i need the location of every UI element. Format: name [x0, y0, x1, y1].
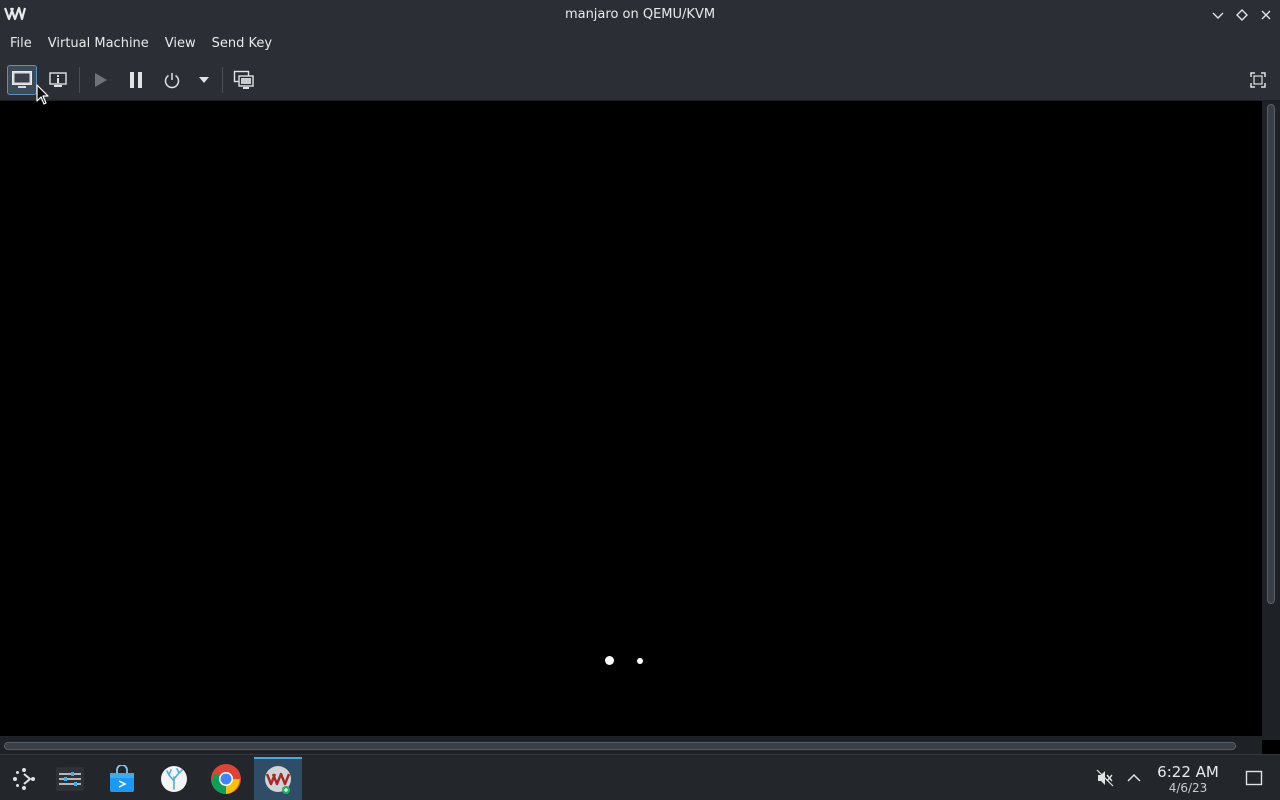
screenshot-icon — [233, 70, 254, 89]
power-icon — [164, 73, 180, 89]
taskbar-virt-manager[interactable] — [254, 757, 302, 800]
digital-clock[interactable]: 6:22 AM 4/6/23 — [1152, 763, 1224, 795]
horizontal-scrollbar[interactable] — [0, 736, 1262, 754]
info-icon — [49, 72, 67, 87]
pause-icon — [130, 72, 142, 88]
mouse-cursor-icon — [36, 84, 50, 106]
clock-date: 4/6/23 — [1168, 781, 1208, 795]
taskbar-software-store[interactable] — [98, 757, 146, 800]
chevron-up-icon — [1127, 773, 1141, 782]
vertical-scrollbar[interactable] — [1262, 101, 1280, 740]
fullscreen-icon — [1250, 72, 1266, 88]
loading-dot — [637, 658, 643, 664]
horizontal-scroll-thumb[interactable] — [4, 742, 1236, 750]
run-button[interactable] — [85, 65, 115, 95]
application-launcher-button[interactable] — [0, 757, 48, 800]
clock-time: 6:22 AM — [1157, 763, 1219, 781]
volume-tray-button[interactable] — [1094, 755, 1116, 800]
window-title: manjaro on QEMU/KVM — [564, 7, 716, 22]
shutdown-button[interactable] — [157, 65, 187, 95]
console-view-button[interactable] — [7, 65, 37, 95]
volume-muted-icon — [1096, 769, 1114, 787]
close-icon — [1261, 10, 1271, 19]
chrome-icon — [211, 764, 241, 794]
menu-file[interactable]: File — [2, 29, 40, 59]
taskbar-settings-app[interactable] — [46, 757, 94, 800]
system-tray-expand-button[interactable] — [1124, 755, 1144, 800]
vertical-scroll-thumb[interactable] — [1267, 104, 1275, 604]
loading-dot — [605, 656, 614, 665]
screenshot-button[interactable] — [229, 65, 259, 95]
play-icon — [95, 73, 107, 87]
shutdown-menu-button[interactable] — [190, 65, 218, 95]
coral-app-icon — [161, 766, 187, 792]
taskbar: 6:22 AM 4/6/23 — [0, 754, 1280, 800]
taskbar-chrome[interactable] — [202, 757, 250, 800]
taskbar-coral-app[interactable] — [150, 757, 198, 800]
fullscreen-button[interactable] — [1243, 65, 1273, 95]
toolbar — [0, 59, 1280, 101]
pause-button[interactable] — [121, 65, 151, 95]
menu-send-key[interactable]: Send Key — [204, 29, 280, 59]
maximize-button[interactable] — [1232, 5, 1252, 25]
menu-view[interactable]: View — [157, 29, 204, 59]
vm-console-display[interactable] — [0, 101, 1262, 736]
menu-bar: File Virtual Machine View Send Key — [0, 29, 1280, 59]
minimize-button[interactable] — [1208, 5, 1228, 25]
settings-icon — [56, 767, 84, 791]
virt-manager-icon — [265, 766, 291, 794]
close-button[interactable] — [1256, 5, 1276, 25]
chevron-down-icon — [199, 77, 209, 83]
monitor-icon — [12, 71, 32, 88]
software-store-icon — [110, 765, 134, 792]
chevron-down-icon — [1212, 12, 1224, 19]
title-bar[interactable]: manjaro on QEMU/KVM — [0, 0, 1280, 29]
app-launcher-icon — [13, 768, 35, 790]
diamond-icon — [1236, 8, 1248, 21]
show-desktop-icon — [1245, 770, 1263, 786]
menu-virtual-machine[interactable]: Virtual Machine — [40, 29, 157, 59]
show-desktop-button[interactable] — [1243, 755, 1265, 800]
